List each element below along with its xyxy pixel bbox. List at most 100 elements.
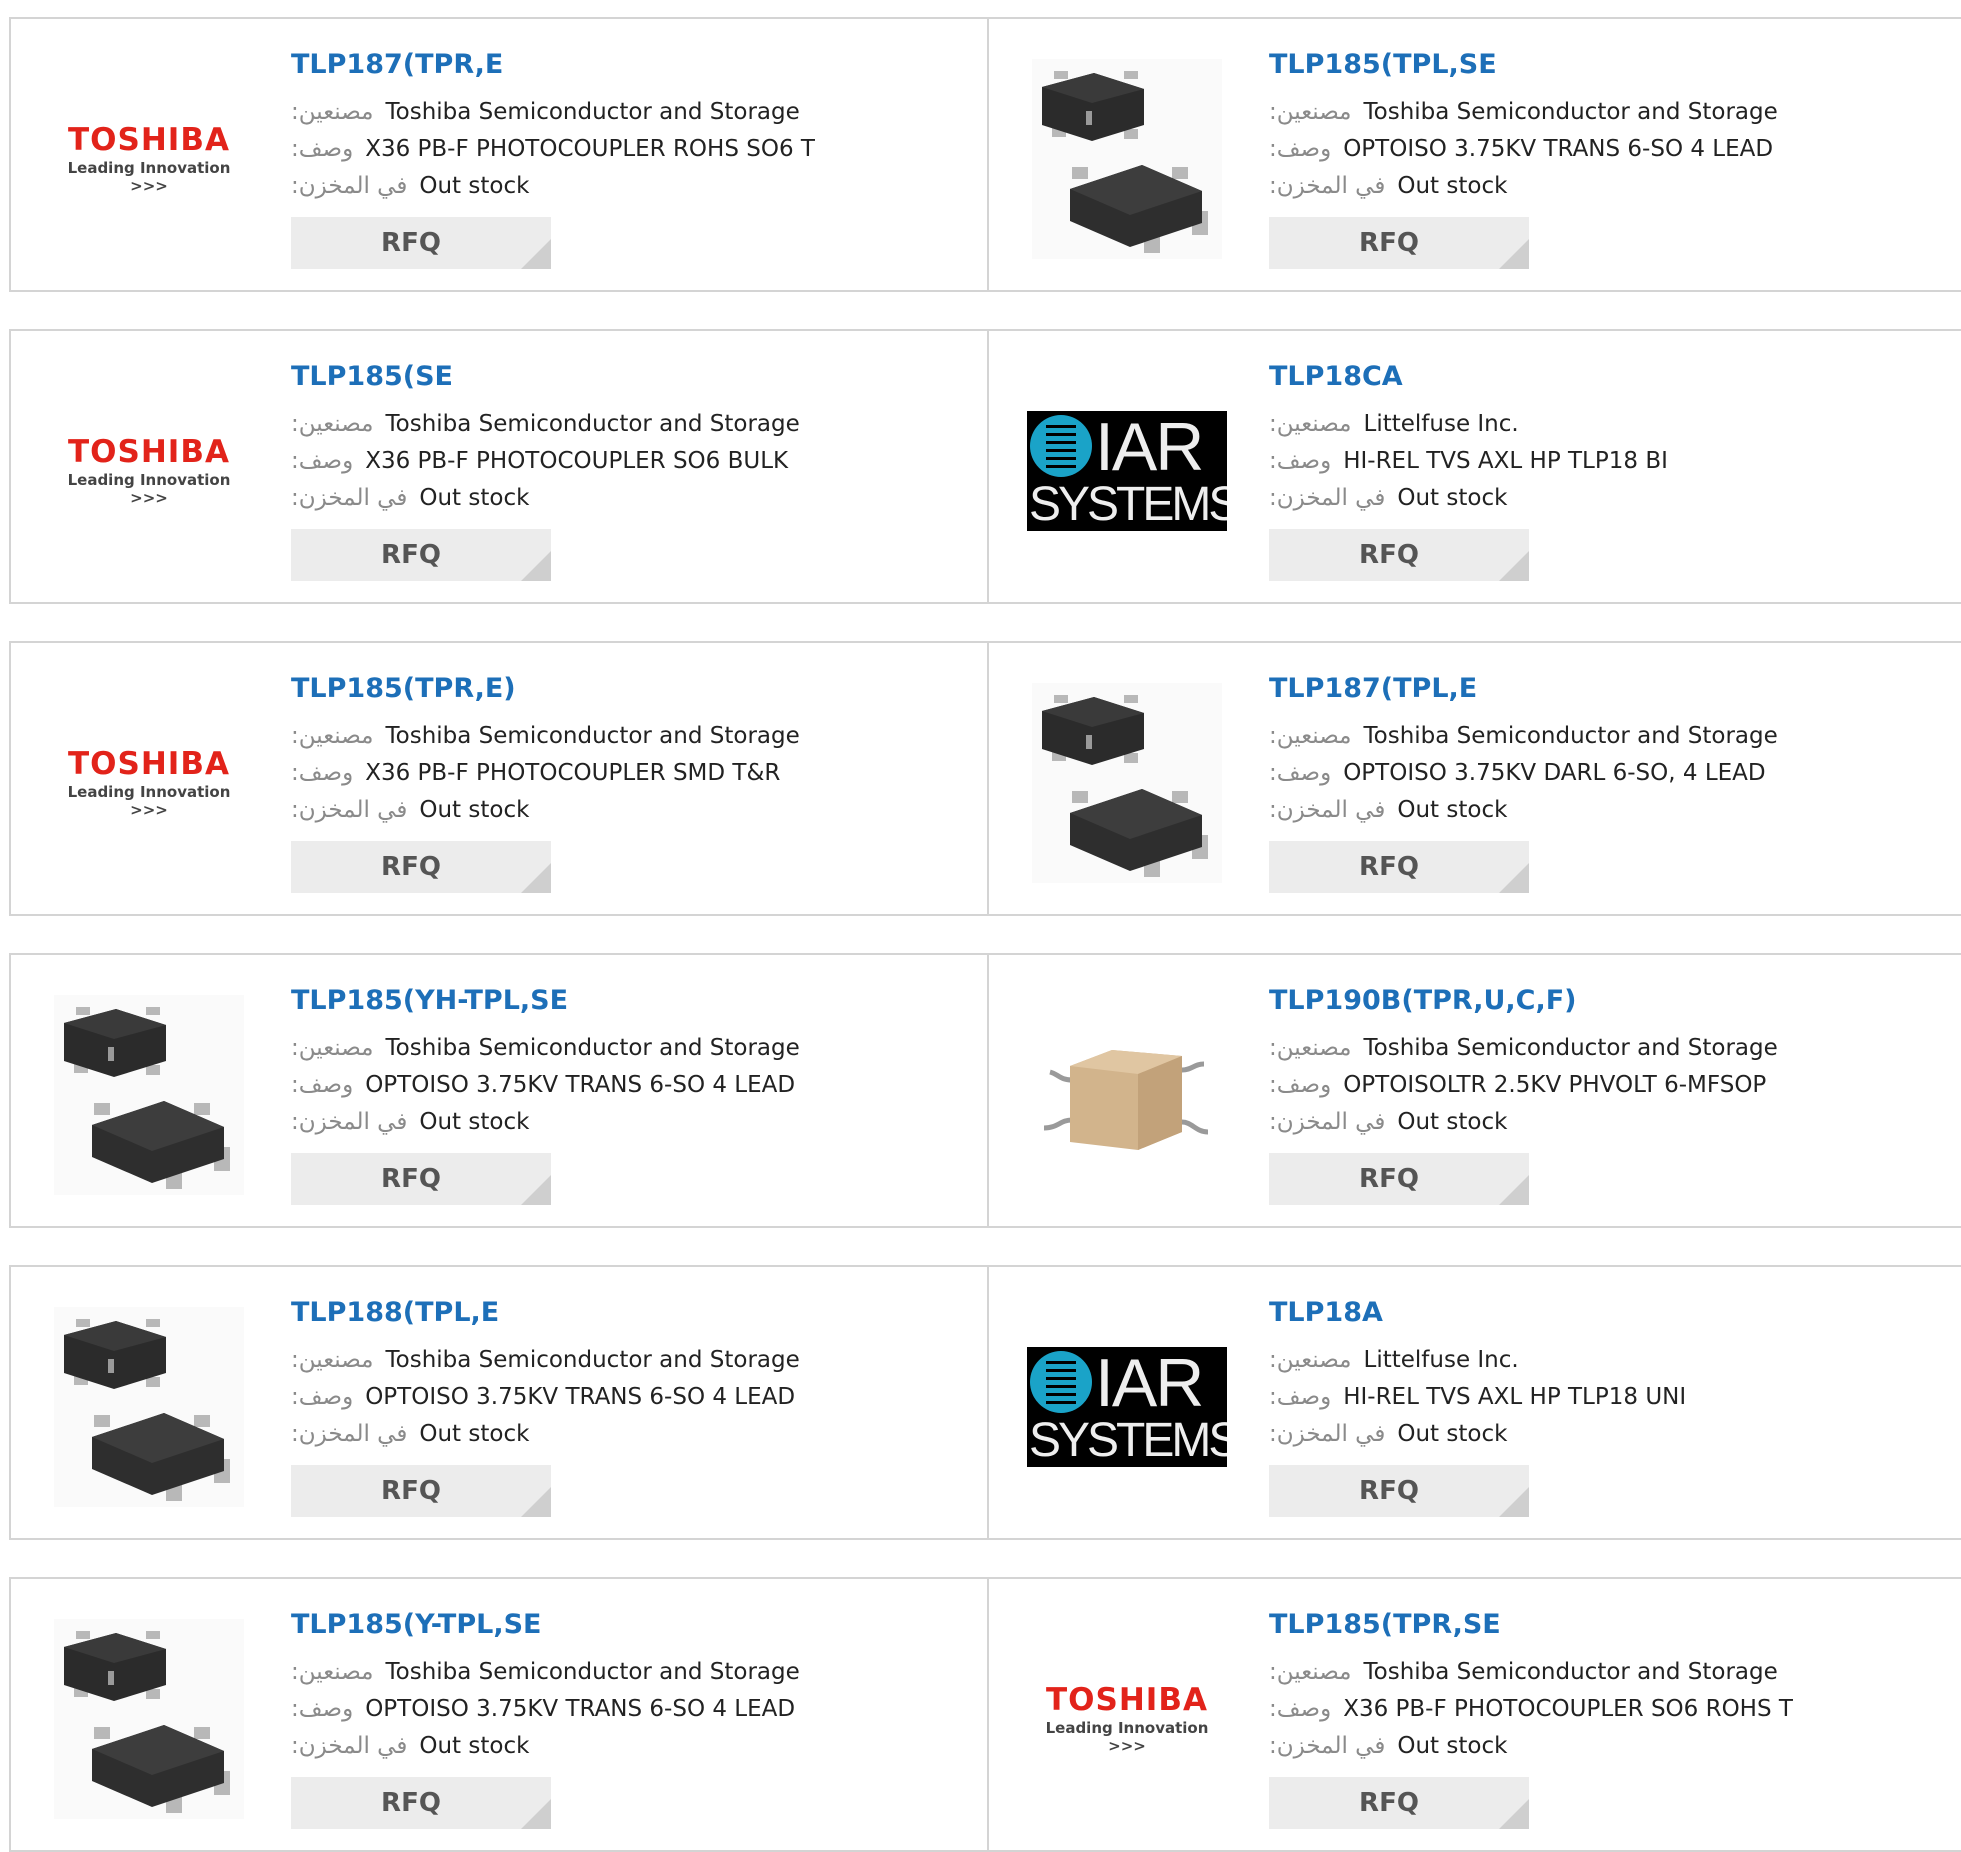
product-card: TOSHIBA Leading Innovation >>> TLP185(TPR,… xyxy=(11,643,987,914)
rfq-button[interactable]: RFQ xyxy=(1269,529,1529,581)
toshiba-brand: TOSHIBA xyxy=(1046,1682,1208,1718)
product-thumbnail[interactable]: IAR SYSTEMS xyxy=(1027,371,1227,571)
product-title-link[interactable]: TLP187(TPL,E xyxy=(1269,673,1477,704)
iar-wordmark: IAR xyxy=(1095,411,1204,485)
stock-line: :في المخزن Out stock xyxy=(291,797,529,823)
rfq-button[interactable]: RFQ xyxy=(291,529,551,581)
rfq-button[interactable]: RFQ xyxy=(1269,1465,1529,1517)
product-title-link[interactable]: TLP187(TPR,E xyxy=(291,49,503,80)
manufacturer-line: :مصنعين Toshiba Semiconductor and Storage xyxy=(291,1659,800,1685)
rfq-button[interactable]: RFQ xyxy=(291,217,551,269)
stock-value: Out stock xyxy=(419,1733,530,1759)
rfq-corner-triangle xyxy=(521,1175,551,1205)
product-card: TOSHIBA Leading Innovation >>> TLP187(TPR,… xyxy=(11,19,987,290)
manufacturer-value: Toshiba Semiconductor and Storage xyxy=(385,723,800,749)
product-row: TOSHIBA Leading Innovation >>> TLP185(SE :م… xyxy=(9,329,1961,604)
product-thumbnail[interactable] xyxy=(49,1307,249,1507)
manufacturer-line: :مصنعين Toshiba Semiconductor and Storage xyxy=(291,411,800,437)
description-line: :وصف OPTOISO 3.75KV TRANS 6-SO 4 LEAD xyxy=(1269,136,1773,162)
rfq-button[interactable]: RFQ xyxy=(291,841,551,893)
rfq-button[interactable]: RFQ xyxy=(1269,217,1529,269)
product-title-link[interactable]: TLP185(TPR,E) xyxy=(291,673,516,704)
product-thumbnail[interactable] xyxy=(49,995,249,1195)
product-thumbnail[interactable]: TOSHIBA Leading Innovation >>> xyxy=(49,59,249,259)
description-label: :وصف xyxy=(291,1384,354,1410)
so6-chip-photo xyxy=(1032,683,1222,883)
description-line: :وصف OPTOISO 3.75KV TRANS 6-SO 4 LEAD xyxy=(291,1696,795,1722)
toshiba-logo: TOSHIBA Leading Innovation >>> xyxy=(49,747,249,819)
manufacturer-line: :مصنعين Toshiba Semiconductor and Storage xyxy=(1269,723,1778,749)
description-line: :وصف X36 PB-F PHOTOCOUPLER SMD T&R xyxy=(291,760,780,786)
rfq-button[interactable]: RFQ xyxy=(291,1465,551,1517)
description-line: :وصف X36 PB-F PHOTOCOUPLER SO6 ROHS T xyxy=(1269,1696,1793,1722)
rfq-button[interactable]: RFQ xyxy=(1269,841,1529,893)
stock-value: Out stock xyxy=(1397,485,1508,511)
product-title-link[interactable]: TLP185(TPL,SE xyxy=(1269,49,1497,80)
toshiba-tagline: Leading Innovation >>> xyxy=(1045,1719,1209,1755)
rfq-corner-triangle xyxy=(1499,863,1529,893)
rfq-button[interactable]: RFQ xyxy=(1269,1777,1529,1829)
description-value: OPTOISO 3.75KV TRANS 6-SO 4 LEAD xyxy=(365,1696,796,1722)
stock-line: :في المخزن Out stock xyxy=(291,1109,529,1135)
product-thumbnail[interactable]: TOSHIBA Leading Innovation >>> xyxy=(49,683,249,883)
so6-chip-photo xyxy=(1032,59,1222,259)
product-title-link[interactable]: TLP185(YH-TPL,SE xyxy=(291,985,568,1016)
product-title-link[interactable]: TLP185(SE xyxy=(291,361,453,392)
stock-value: Out stock xyxy=(1397,1421,1508,1447)
manufacturer-value: Toshiba Semiconductor and Storage xyxy=(1363,1659,1778,1685)
manufacturer-value: Toshiba Semiconductor and Storage xyxy=(385,1659,800,1685)
stock-label: :في المخزن xyxy=(291,173,408,199)
manufacturer-value: Toshiba Semiconductor and Storage xyxy=(1363,723,1778,749)
description-value: X36 PB-F PHOTOCOUPLER ROHS SO6 T xyxy=(365,136,815,162)
product-thumbnail[interactable] xyxy=(1027,59,1227,259)
stock-value: Out stock xyxy=(419,173,530,199)
product-card: TLP190B(TPR,U,C,F):مصنعين Toshiba Semicon… xyxy=(989,955,1961,1226)
product-title-link[interactable]: TLP188(TPL,E xyxy=(291,1297,499,1328)
iar-subwordmark: SYSTEMS xyxy=(1029,1414,1227,1467)
product-thumbnail[interactable]: TOSHIBA Leading Innovation >>> xyxy=(1027,1619,1227,1819)
description-line: :وصف HI-REL TVS AXL HP TLP18 UNI xyxy=(1269,1384,1686,1410)
product-card: TLP185(YH-TPL,SE:مصنعين Toshiba Semicondu… xyxy=(11,955,987,1226)
rfq-corner-triangle xyxy=(521,1799,551,1829)
description-label: :وصف xyxy=(1269,136,1332,162)
rfq-corner-triangle xyxy=(1499,551,1529,581)
stock-label: :في المخزن xyxy=(1269,797,1386,823)
product-title-link[interactable]: TLP185(TPR,SE xyxy=(1269,1609,1501,1640)
rfq-button[interactable]: RFQ xyxy=(291,1777,551,1829)
description-label: :وصف xyxy=(291,448,354,474)
description-label: :وصف xyxy=(291,760,354,786)
manufacturer-label: :مصنعين xyxy=(291,723,374,749)
description-value: HI-REL TVS AXL HP TLP18 BI xyxy=(1343,448,1668,474)
product-thumbnail[interactable] xyxy=(1027,683,1227,883)
description-value: OPTOISO 3.75KV DARL 6-SO, 4 LEAD xyxy=(1343,760,1766,786)
product-thumbnail[interactable] xyxy=(1027,995,1227,1195)
product-title-link[interactable]: TLP185(Y-TPL,SE xyxy=(291,1609,542,1640)
toshiba-logo: TOSHIBA Leading Innovation >>> xyxy=(49,435,249,507)
product-thumbnail[interactable]: IAR SYSTEMS xyxy=(1027,1307,1227,1507)
rfq-button-label: RFQ xyxy=(1359,1164,1419,1194)
product-card: IAR SYSTEMS TLP18A:مصنعين Littelfuse Inc.:و… xyxy=(989,1267,1961,1538)
rfq-corner-triangle xyxy=(1499,239,1529,269)
product-thumbnail[interactable] xyxy=(49,1619,249,1819)
product-title-link[interactable]: TLP18A xyxy=(1269,1297,1383,1328)
description-line: :وصف OPTOISO 3.75KV TRANS 6-SO 4 LEAD xyxy=(291,1384,795,1410)
product-card: IAR SYSTEMS TLP18CA:مصنعين Littelfuse Inc.:… xyxy=(989,331,1961,602)
toshiba-tagline: Leading Innovation >>> xyxy=(67,471,231,507)
product-thumbnail[interactable]: TOSHIBA Leading Innovation >>> xyxy=(49,371,249,571)
product-title-link[interactable]: TLP190B(TPR,U,C,F) xyxy=(1269,985,1576,1016)
stock-line: :في المخزن Out stock xyxy=(291,173,529,199)
rfq-button[interactable]: RFQ xyxy=(291,1153,551,1205)
manufacturer-value: Toshiba Semiconductor and Storage xyxy=(385,1347,800,1373)
product-row: TLP185(YH-TPL,SE:مصنعين Toshiba Semicondu… xyxy=(9,953,1961,1228)
product-title-link[interactable]: TLP18CA xyxy=(1269,361,1403,392)
product-card: TLP187(TPL,E :مصنعين Toshiba Semiconductor… xyxy=(989,643,1961,914)
description-line: :وصف OPTOISO 3.75KV TRANS 6-SO 4 LEAD xyxy=(291,1072,795,1098)
stock-line: :في المخزن Out stock xyxy=(1269,1733,1507,1759)
description-value: X36 PB-F PHOTOCOUPLER SMD T&R xyxy=(365,760,781,786)
description-value: X36 PB-F PHOTOCOUPLER SO6 BULK xyxy=(365,448,789,474)
toshiba-tagline: Leading Innovation >>> xyxy=(67,159,231,195)
rfq-button[interactable]: RFQ xyxy=(1269,1153,1529,1205)
manufacturer-line: :مصنعين Toshiba Semiconductor and Storage xyxy=(1269,99,1778,125)
toshiba-logo: TOSHIBA Leading Innovation >>> xyxy=(49,123,249,195)
product-card: TLP185(TPL,SE :مصنعين Toshiba Semiconducto… xyxy=(989,19,1961,290)
